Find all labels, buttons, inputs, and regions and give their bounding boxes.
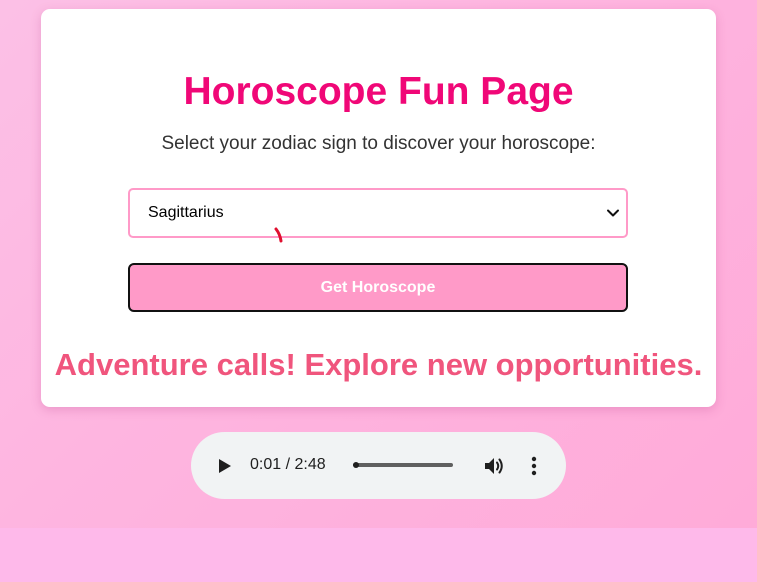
horoscope-result: Adventure calls! Explore new opportuniti… bbox=[54, 347, 703, 382]
chevron-down-icon bbox=[607, 209, 619, 217]
cursor-mark-icon bbox=[274, 227, 283, 243]
horoscope-card: Horoscope Fun Page Select your zodiac si… bbox=[41, 9, 716, 407]
page-footer-band bbox=[0, 528, 757, 582]
play-icon[interactable] bbox=[214, 456, 234, 476]
zodiac-select[interactable]: Sagittarius bbox=[128, 188, 628, 238]
volume-icon[interactable] bbox=[483, 455, 505, 477]
audio-player: 0:01 / 2:48 bbox=[191, 432, 566, 499]
zodiac-select-value: Sagittarius bbox=[148, 204, 224, 221]
audio-progress-bar[interactable] bbox=[353, 462, 453, 468]
page-title: Horoscope Fun Page bbox=[183, 70, 574, 113]
audio-time-display: 0:01 / 2:48 bbox=[250, 456, 326, 473]
get-horoscope-button[interactable]: Get Horoscope bbox=[128, 263, 628, 312]
zodiac-prompt: Select your zodiac sign to discover your… bbox=[161, 133, 596, 154]
audio-progress-fill bbox=[353, 462, 359, 468]
more-options-icon[interactable] bbox=[524, 455, 544, 477]
